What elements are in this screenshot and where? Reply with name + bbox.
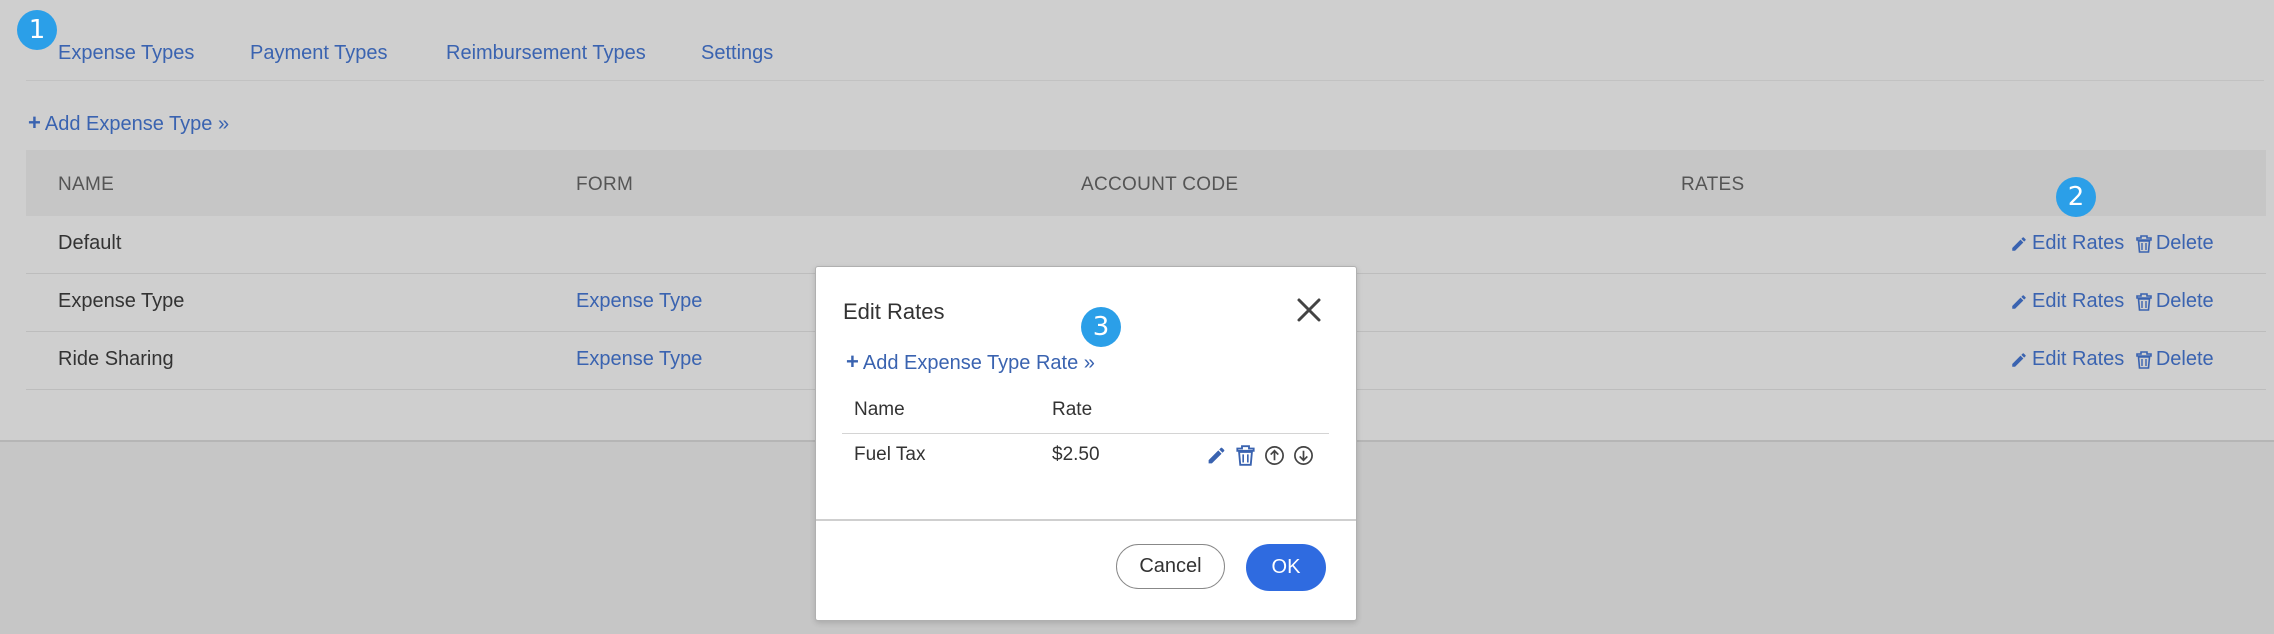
tab-expense-types[interactable]: Expense Types <box>58 42 194 65</box>
pencil-icon <box>2012 294 2026 309</box>
tab-settings[interactable]: Settings <box>701 42 773 65</box>
step-badge-3: 3 <box>1081 307 1121 347</box>
delete-link[interactable]: Delete <box>2136 290 2214 313</box>
header-account-code: ACCOUNT CODE <box>1081 174 1239 195</box>
tab-bar: Expense Types Payment Types Reimbursemen… <box>26 0 2264 81</box>
rate-row-name: Fuel Tax <box>854 444 926 465</box>
trash-icon[interactable] <box>1235 445 1256 466</box>
arrow-up-circle-icon[interactable] <box>1264 445 1285 466</box>
add-expense-type-link[interactable]: + Add Expense Type » <box>28 110 229 136</box>
arrow-down-circle-icon[interactable] <box>1293 445 1314 466</box>
delete-label: Delete <box>2155 348 2214 370</box>
delete-label: Delete <box>2155 290 2214 312</box>
dialog-title: Edit Rates <box>843 299 945 324</box>
close-icon[interactable] <box>1294 295 1324 325</box>
step-badge-1: 1 <box>17 10 57 50</box>
header-form: FORM <box>576 174 634 195</box>
rates-header-name: Name <box>854 399 905 420</box>
delete-link[interactable]: Delete <box>2136 348 2214 371</box>
row-name: Expense Type <box>58 290 185 312</box>
dialog-footer-divider <box>816 519 1356 521</box>
trash-icon <box>2136 234 2152 253</box>
rate-row-actions <box>1206 445 1314 466</box>
edit-rates-label: Edit Rates <box>2032 348 2125 370</box>
row-name: Ride Sharing <box>58 348 174 370</box>
trash-icon <box>2136 292 2152 311</box>
row-actions: Edit Rates Delete <box>2010 290 2220 317</box>
plus-icon: + <box>846 349 859 374</box>
cancel-button[interactable]: Cancel <box>1116 544 1225 589</box>
trash-icon <box>2136 350 2152 369</box>
add-expense-type-label: Add Expense Type » <box>44 113 230 135</box>
pencil-icon <box>2012 352 2026 367</box>
pencil-icon[interactable] <box>1206 445 1227 466</box>
delete-link[interactable]: Delete <box>2136 232 2214 255</box>
tab-payment-types[interactable]: Payment Types <box>250 42 387 65</box>
rates-header-divider <box>842 433 1329 434</box>
step-badge-2: 2 <box>2056 177 2096 217</box>
header-rates: RATES <box>1681 174 1745 195</box>
pencil-icon <box>2012 236 2026 251</box>
row-name: Default <box>58 232 122 254</box>
rate-row-value: $2.50 <box>1052 444 1100 465</box>
row-form-link[interactable]: Expense Type <box>576 348 702 371</box>
add-rate-label: Add Expense Type Rate » <box>862 352 1095 374</box>
edit-rates-label: Edit Rates <box>2032 232 2125 254</box>
header-name: NAME <box>58 174 115 195</box>
row-actions: Edit Rates Delete <box>2010 232 2220 259</box>
edit-rates-link[interactable]: Edit Rates <box>2010 348 2124 371</box>
rates-header-rate: Rate <box>1052 399 1093 420</box>
tab-reimbursement-types[interactable]: Reimbursement Types <box>446 42 646 65</box>
table-header: NAME FORM ACCOUNT CODE RATES <box>26 150 2266 216</box>
add-expense-type-rate-link[interactable]: + Add Expense Type Rate » <box>846 349 1095 375</box>
delete-label: Delete <box>2155 232 2214 254</box>
plus-icon: + <box>28 110 41 135</box>
ok-button[interactable]: OK <box>1246 544 1326 591</box>
row-form-link[interactable]: Expense Type <box>576 290 702 313</box>
row-actions: Edit Rates Delete <box>2010 348 2220 375</box>
edit-rates-link[interactable]: Edit Rates <box>2010 290 2124 313</box>
edit-rates-label: Edit Rates <box>2032 290 2125 312</box>
edit-rates-link[interactable]: Edit Rates <box>2010 232 2124 255</box>
